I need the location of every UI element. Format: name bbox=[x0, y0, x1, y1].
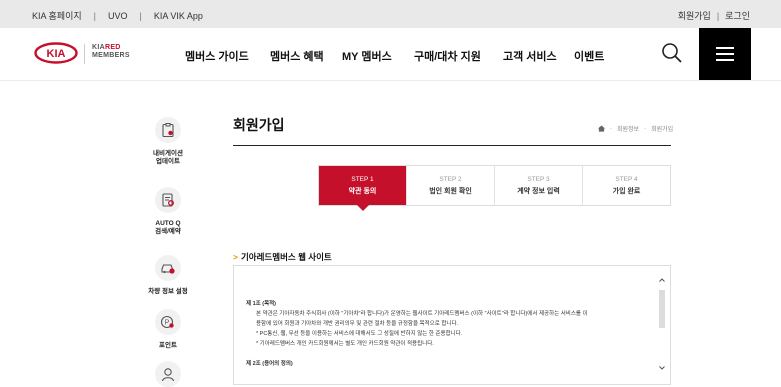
breadcrumb-item-current: 회원가입 bbox=[651, 127, 674, 133]
step-4: STEP 4 가입 완료 bbox=[582, 166, 670, 205]
nav-members-benefits[interactable]: 멤버스 혜택 bbox=[270, 48, 324, 64]
terms-scrollbar[interactable] bbox=[658, 272, 666, 384]
search-icon[interactable] bbox=[661, 42, 683, 64]
car-settings-icon bbox=[155, 255, 181, 281]
nav-purchase-support[interactable]: 구매/대차 지원 bbox=[414, 48, 481, 64]
sidebar-item-label: 포인트 bbox=[159, 342, 177, 349]
nav-my-members[interactable]: MY 멤버스 bbox=[342, 48, 392, 64]
terms-content: 제 1조 (목적) 본 약관은 기아자동차 주식회사 (이하 "기아차"라 합니… bbox=[246, 299, 588, 369]
step-number: STEP 2 bbox=[439, 176, 462, 183]
menu-icon bbox=[716, 53, 734, 55]
step-3: STEP 3 계약 정보 입력 bbox=[494, 166, 582, 205]
terms-section-title: > 기아레드멤버스 웹 사이트 bbox=[233, 251, 332, 263]
terms-textbox[interactable]: 제 1조 (목적) 본 약관은 기아자동차 주식회사 (이하 "기아차"라 합니… bbox=[233, 265, 671, 385]
menu-icon bbox=[716, 47, 734, 49]
chevron-right-icon: > bbox=[233, 252, 238, 262]
kia-vik-app-link[interactable]: KIA VIK App bbox=[154, 11, 203, 21]
step-number: STEP 1 bbox=[351, 176, 374, 183]
terms-section-title-text: 기아레드멤버스 웹 사이트 bbox=[240, 252, 332, 262]
sidebar-item-user[interactable] bbox=[145, 361, 191, 387]
article-line: 본 약관은 기아자동차 주식회사 (이하 "기아차"라 합니다)가 운영하는 웹… bbox=[256, 311, 588, 317]
step-label: 약관 동의 bbox=[348, 188, 377, 195]
signup-steps: STEP 1 약관 동의 STEP 2 법인 회원 확인 STEP 3 계약 정… bbox=[318, 165, 671, 211]
login-link[interactable]: 로그인 bbox=[725, 9, 750, 22]
members-logo-red: RED bbox=[104, 44, 121, 51]
sidebar-item-vehicle-settings[interactable]: 차량 정보 설정 bbox=[145, 255, 191, 296]
step-2: STEP 2 법인 회원 확인 bbox=[406, 166, 494, 205]
article-line: * PC통신, 웹, 무선 등을 이용하는 서비스에 대해서도 그 성질에 반하… bbox=[256, 331, 463, 337]
nav-customer-service[interactable]: 고객 서비스 bbox=[503, 48, 557, 64]
sidebar-item-points[interactable]: P 포인트 bbox=[145, 309, 191, 350]
scrollbar-thumb[interactable] bbox=[659, 290, 665, 328]
sidebar-item-label: 차량 정보 설정 bbox=[148, 288, 188, 295]
members-logo-kia: KIA bbox=[92, 44, 105, 51]
step-number: STEP 3 bbox=[527, 176, 550, 183]
user-icon bbox=[155, 361, 181, 387]
nav-events[interactable]: 이벤트 bbox=[574, 48, 604, 64]
kia-red-members-logo[interactable]: KIARED MEMBERS bbox=[92, 44, 130, 60]
kia-home-link[interactable]: KIA 홈페이지 bbox=[32, 9, 82, 22]
document-search-icon bbox=[155, 187, 181, 213]
article-line: * 기아레드멤버스 개인 카드회원께서는 별도 개인 카드회원 약관이 적용됩니… bbox=[256, 341, 434, 347]
signup-link[interactable]: 회원가입 bbox=[678, 9, 711, 22]
kia-logo[interactable]: KIA bbox=[34, 42, 78, 64]
menu-icon bbox=[716, 59, 734, 61]
uvo-link[interactable]: UVO bbox=[108, 11, 128, 21]
step-label: 가입 완료 bbox=[612, 188, 641, 195]
main-header: KIA KIARED MEMBERS 멤버스 가이드 멤버스 혜택 MY 멤버스… bbox=[0, 28, 781, 81]
breadcrumb: · 회원정보 · 회원가입 bbox=[598, 124, 673, 133]
separator: | bbox=[93, 10, 96, 21]
sidebar-item-label: AUTO Q 검색/예약 bbox=[155, 220, 181, 235]
scroll-up-icon[interactable] bbox=[658, 276, 666, 284]
sidebar-item-label: 내비게이션 업데이트 bbox=[153, 150, 183, 165]
nav-members-guide[interactable]: 멤버스 가이드 bbox=[185, 48, 249, 64]
home-icon[interactable] bbox=[598, 125, 605, 132]
article-title: 제 1조 (목적) bbox=[246, 301, 277, 307]
clipboard-icon bbox=[155, 117, 181, 143]
step-1: STEP 1 약관 동의 bbox=[319, 166, 406, 211]
title-divider bbox=[233, 145, 671, 146]
separator: | bbox=[716, 10, 720, 21]
svg-text:KIA: KIA bbox=[47, 48, 66, 60]
hamburger-menu-button[interactable] bbox=[699, 28, 751, 80]
members-logo-text: MEMBERS bbox=[92, 52, 130, 59]
step-number: STEP 4 bbox=[615, 176, 638, 183]
scroll-down-icon[interactable] bbox=[658, 364, 666, 372]
sidebar-item-auto-q[interactable]: AUTO Q 검색/예약 bbox=[145, 187, 191, 236]
top-utility-bar: KIA 홈페이지 | UVO | KIA VIK App 회원가입 | 로그인 bbox=[0, 0, 781, 28]
svg-text:P: P bbox=[165, 320, 170, 327]
logo-divider bbox=[84, 44, 85, 64]
step-label: 계약 정보 입력 bbox=[517, 188, 560, 195]
sidebar-item-navigation-update[interactable]: 내비게이션 업데이트 bbox=[145, 117, 191, 166]
article-line: 용함에 있어 회원과 기아차와 개반 권리의무 및 관련 절차 등을 규정함을 … bbox=[256, 321, 459, 327]
separator: | bbox=[139, 10, 142, 21]
article-title: 제 2조 (용어의 정의) bbox=[246, 361, 293, 367]
page-title: 회원가입 bbox=[233, 117, 285, 133]
breadcrumb-item[interactable]: 회원정보 bbox=[617, 124, 639, 133]
step-label: 법인 회원 확인 bbox=[429, 188, 472, 195]
point-coin-icon: P bbox=[155, 309, 181, 335]
